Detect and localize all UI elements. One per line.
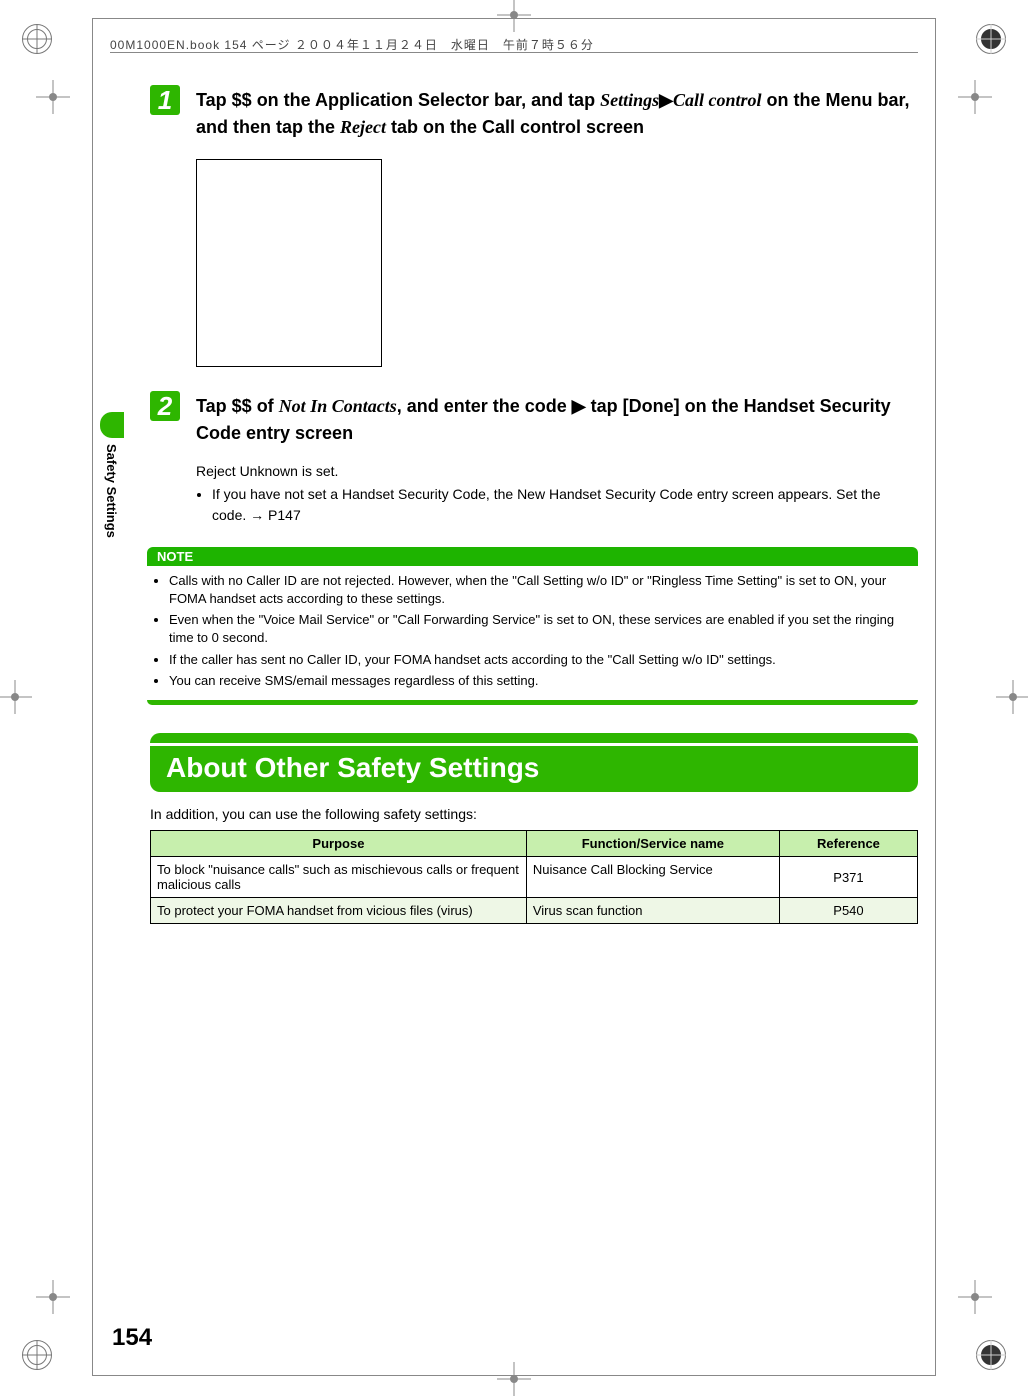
step-2-number: 2 [150,391,180,421]
section-bar-top [150,733,918,743]
step-2-sub-line: Reject Unknown is set. [196,461,918,481]
step-1-text-a: Tap $$ on the Application Selector bar, … [196,90,600,110]
crop-mark-left-bottom [36,1280,70,1314]
cell-purpose-1: To block "nuisance calls" such as mischi… [151,857,527,898]
step-1-text-c: tab on the Call control screen [386,117,644,137]
registration-mark-bl [22,1340,52,1370]
cell-ref-1: P371 [779,857,917,898]
th-function: Function/Service name [526,831,779,857]
registration-mark-tl [22,24,52,54]
note-bullet-2: Even when the "Voice Mail Service" or "C… [169,611,916,647]
registration-mark-br [976,1340,1006,1370]
th-purpose: Purpose [151,831,527,857]
registration-mark-tr [976,24,1006,54]
step-1-italic-reject: Reject [340,117,386,137]
note-body: Calls with no Caller ID are not rejected… [147,566,918,690]
section-intro: In addition, you can use the following s… [150,806,918,822]
crop-mark-right-bottom [958,1280,992,1314]
side-tab-label: Safety Settings [104,444,119,538]
cell-func-2: Virus scan function [526,898,779,924]
crop-mark-bottom-center [497,1362,531,1396]
step-2-sub: Reject Unknown is set. If you have not s… [196,461,918,525]
cell-ref-2: P540 [779,898,917,924]
step-1-heading: Tap $$ on the Application Selector bar, … [196,87,918,141]
note-bullet-4: You can receive SMS/email messages regar… [169,672,916,690]
safety-settings-table: Purpose Function/Service name Reference … [150,830,918,924]
cell-func-1: Nuisance Call Blocking Service [526,857,779,898]
step-1-italic-settings: Settings [600,90,659,110]
crop-mark-left-top [36,80,70,114]
step-1-italic-callcontrol: Call control [673,90,762,110]
section-header: About Other Safety Settings [150,733,918,792]
note-bullet-3: If the caller has sent no Caller ID, you… [169,651,916,669]
section-title: About Other Safety Settings [150,746,918,792]
step-2-text-a: Tap $$ of [196,396,279,416]
table-row: To block "nuisance calls" such as mischi… [151,857,918,898]
crop-mark-left-center [0,680,32,714]
running-header: 00M1000EN.book 154 ページ ２００４年１１月２４日 水曜日 午… [110,32,918,57]
note-bullet-1: Calls with no Caller ID are not rejected… [169,572,916,608]
crop-mark-top-center [497,0,531,32]
step-2: 2 Tap $$ of Not In Contacts, and enter t… [150,391,918,527]
crop-mark-right-top [958,80,992,114]
side-tab: Safety Settings [100,412,126,538]
step-2-sub-bullet: If you have not set a Handset Security C… [212,484,918,525]
header-rule [110,52,918,53]
note-label: NOTE [147,547,918,566]
th-reference: Reference [779,831,917,857]
cell-purpose-2: To protect your FOMA handset from viciou… [151,898,527,924]
note-block: NOTE Calls with no Caller ID are not rej… [147,547,918,705]
step-1: 1 Tap $$ on the Application Selector bar… [150,85,918,391]
step-2-heading: Tap $$ of Not In Contacts, and enter the… [196,393,918,447]
step-1-number: 1 [150,85,180,115]
page-number: 154 [112,1324,152,1352]
handset-screenshot-placeholder [196,159,382,367]
note-end-rule [147,700,918,705]
crop-mark-right-center [996,680,1028,714]
table-row: To protect your FOMA handset from viciou… [151,898,918,924]
side-tab-color-block [100,412,124,438]
triangle-icon: ▶ [659,87,673,114]
step-2-italic-notincontacts: Not In Contacts [279,396,397,416]
